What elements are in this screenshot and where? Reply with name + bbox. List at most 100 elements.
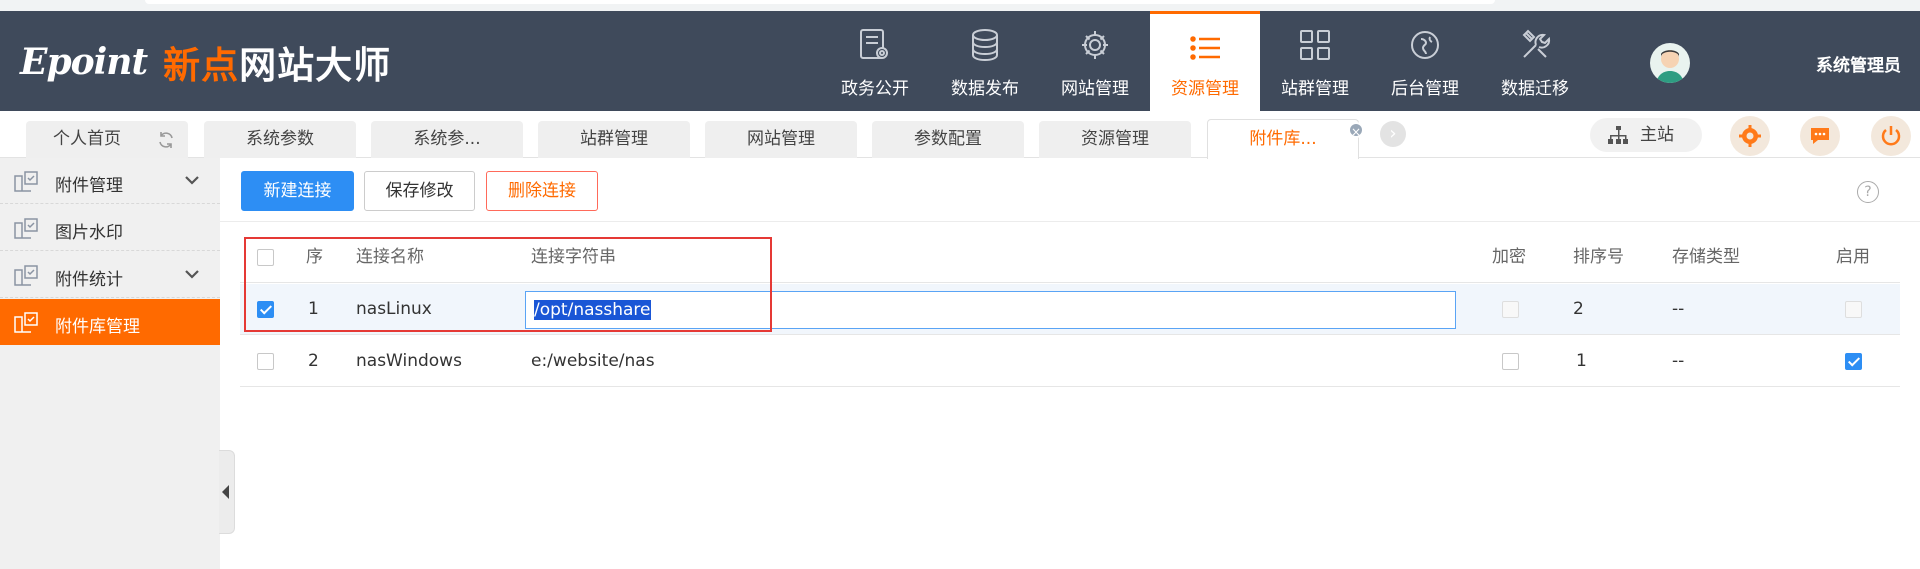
logo-text-orange: 新点 [163,44,240,87]
tab-param-config[interactable]: 参数配置 [872,121,1024,158]
enabled-checkbox[interactable] [1845,353,1862,370]
nav-label: 资源管理 [1171,79,1239,99]
header-enabled: 启用 [1836,247,1870,267]
cell-storage-type[interactable]: -- [1672,336,1684,387]
address-bar[interactable] [145,0,1495,4]
encrypt-checkbox[interactable] [1502,353,1519,370]
tab-resource-manage[interactable]: 资源管理 [1039,121,1191,158]
help-icon[interactable]: ? [1857,181,1879,203]
tab-attachment-lib[interactable]: 附件库... × [1207,119,1364,159]
nav-label: 政务公开 [841,79,909,99]
sidebar-collapse-handle[interactable] [219,450,235,534]
compass-icon [1411,31,1439,59]
username[interactable]: 系统管理员 [1816,51,1920,76]
toolbar: 新建连接 保存修改 删除连接 ? [220,158,1920,222]
top-nav: 政务公开 数据发布 网站管理 资源管理 站群管理 后台管理 数据迁移 [820,11,1590,111]
cell-storage-type[interactable]: -- [1672,284,1684,335]
sidebar: 附件管理 图片水印 附件统计 附件库管理 [0,158,220,569]
chat-icon [1811,128,1829,144]
encrypt-checkbox[interactable] [1502,301,1519,318]
logo: Epoint 新点 网站大师 [20,37,391,87]
sidebar-item-label: 附件管理 [55,176,123,196]
power-icon [1881,126,1901,146]
folder-check-icon [14,265,38,286]
sidebar-item-label: 图片水印 [55,223,123,243]
tab-label: 站群管理 [580,129,648,149]
tab-site-manage[interactable]: 网站管理 [705,121,857,158]
delete-connection-button[interactable]: 删除连接 [486,171,598,211]
sidebar-item-attachment-lib[interactable]: 附件库管理 [0,299,220,345]
cell-name[interactable]: nasWindows [356,336,462,387]
caret-left-icon [222,485,229,499]
gear-icon [1082,31,1108,59]
browser-strip [0,0,1920,11]
home-site-label: 主站 [1640,125,1674,145]
logout-button[interactable] [1871,116,1911,156]
nav-label: 数据迁移 [1501,79,1569,99]
cell-order[interactable]: 1 [1576,336,1587,387]
sidebar-item-attachment-stats[interactable]: 附件统计 [0,252,220,298]
cell-seq: 2 [308,351,319,371]
app-header: Epoint 新点 网站大师 政务公开 数据发布 网站管理 资源管理 站群管理 … [0,11,1920,111]
nav-item-admin[interactable]: 后台管理 [1370,11,1480,111]
settings-button[interactable] [1730,116,1770,156]
header-order: 排序号 [1573,247,1624,267]
list-icon [1190,36,1220,60]
refresh-icon[interactable] [156,130,176,150]
folder-check-icon [14,218,38,239]
tab-scroll-right-icon[interactable]: › [1380,121,1406,147]
header-storage-type: 存储类型 [1672,247,1740,267]
folder-check-icon [14,312,38,333]
save-changes-button[interactable]: 保存修改 [364,171,475,211]
tab-group-manage[interactable]: 站群管理 [538,121,690,158]
enabled-checkbox[interactable] [1845,301,1862,318]
logo-mark: Epoint [20,41,148,83]
nav-item-data-publish[interactable]: 数据发布 [930,11,1040,111]
nav-item-resource-manage[interactable]: 资源管理 [1150,11,1260,111]
tab-label: 系统参... [413,129,481,149]
user-avatar-icon [1656,50,1684,83]
home-site-button[interactable]: 主站 [1590,118,1702,152]
row-checkbox[interactable] [257,353,274,370]
gear-icon [1739,125,1761,147]
tab-bar: 个人首页 系统参数 系统参... 站群管理 网站管理 参数配置 资源管理 附件库… [0,111,1920,159]
close-icon[interactable]: × [1348,122,1364,139]
nav-label: 后台管理 [1391,79,1459,99]
tab-label: 网站管理 [747,129,815,149]
message-button[interactable] [1800,116,1840,156]
chevron-down-icon[interactable] [184,174,200,186]
tools-icon [1522,29,1551,58]
sidebar-item-image-watermark[interactable]: 图片水印 [0,205,220,251]
sitemap-icon [1608,126,1628,144]
sidebar-item-label: 附件统计 [55,270,123,290]
nav-item-data-migrate[interactable]: 数据迁移 [1480,11,1590,111]
cell-order[interactable]: 2 [1573,284,1584,335]
nav-item-group-manage[interactable]: 站群管理 [1260,11,1370,111]
database-icon [972,29,998,62]
grid-icon [1300,30,1330,60]
folder-check-icon [14,171,38,192]
table-row[interactable]: 2 nasWindows e:/website/nas 1 -- [240,336,1900,387]
avatar[interactable] [1650,43,1690,83]
logo-text-white: 网站大师 [239,44,392,87]
nav-label: 站群管理 [1281,79,1349,99]
tab-label: 资源管理 [1081,129,1149,149]
tab-label: 个人首页 [53,129,121,149]
tab-label: 参数配置 [914,129,982,149]
tab-label: 附件库... [1249,129,1317,149]
tab-label: 系统参数 [246,129,314,149]
document-eye-icon [860,29,888,59]
header-encrypt: 加密 [1492,247,1526,267]
tab-home[interactable]: 个人首页 [26,121,188,158]
nav-label: 网站管理 [1061,79,1129,99]
sidebar-item-attachment-manage[interactable]: 附件管理 [0,158,220,204]
nav-item-gov-open[interactable]: 政务公开 [820,11,930,111]
tab-system-params[interactable]: 系统参数 [204,121,356,158]
nav-item-site-manage[interactable]: 网站管理 [1040,11,1150,111]
new-connection-button[interactable]: 新建连接 [241,171,354,211]
cell-conn-string[interactable]: e:/website/nas [531,336,655,387]
highlight-annotation-box [244,237,772,332]
sidebar-item-label: 附件库管理 [55,317,140,337]
chevron-down-icon[interactable] [184,268,200,280]
tab-system-params-2[interactable]: 系统参... [371,121,523,158]
